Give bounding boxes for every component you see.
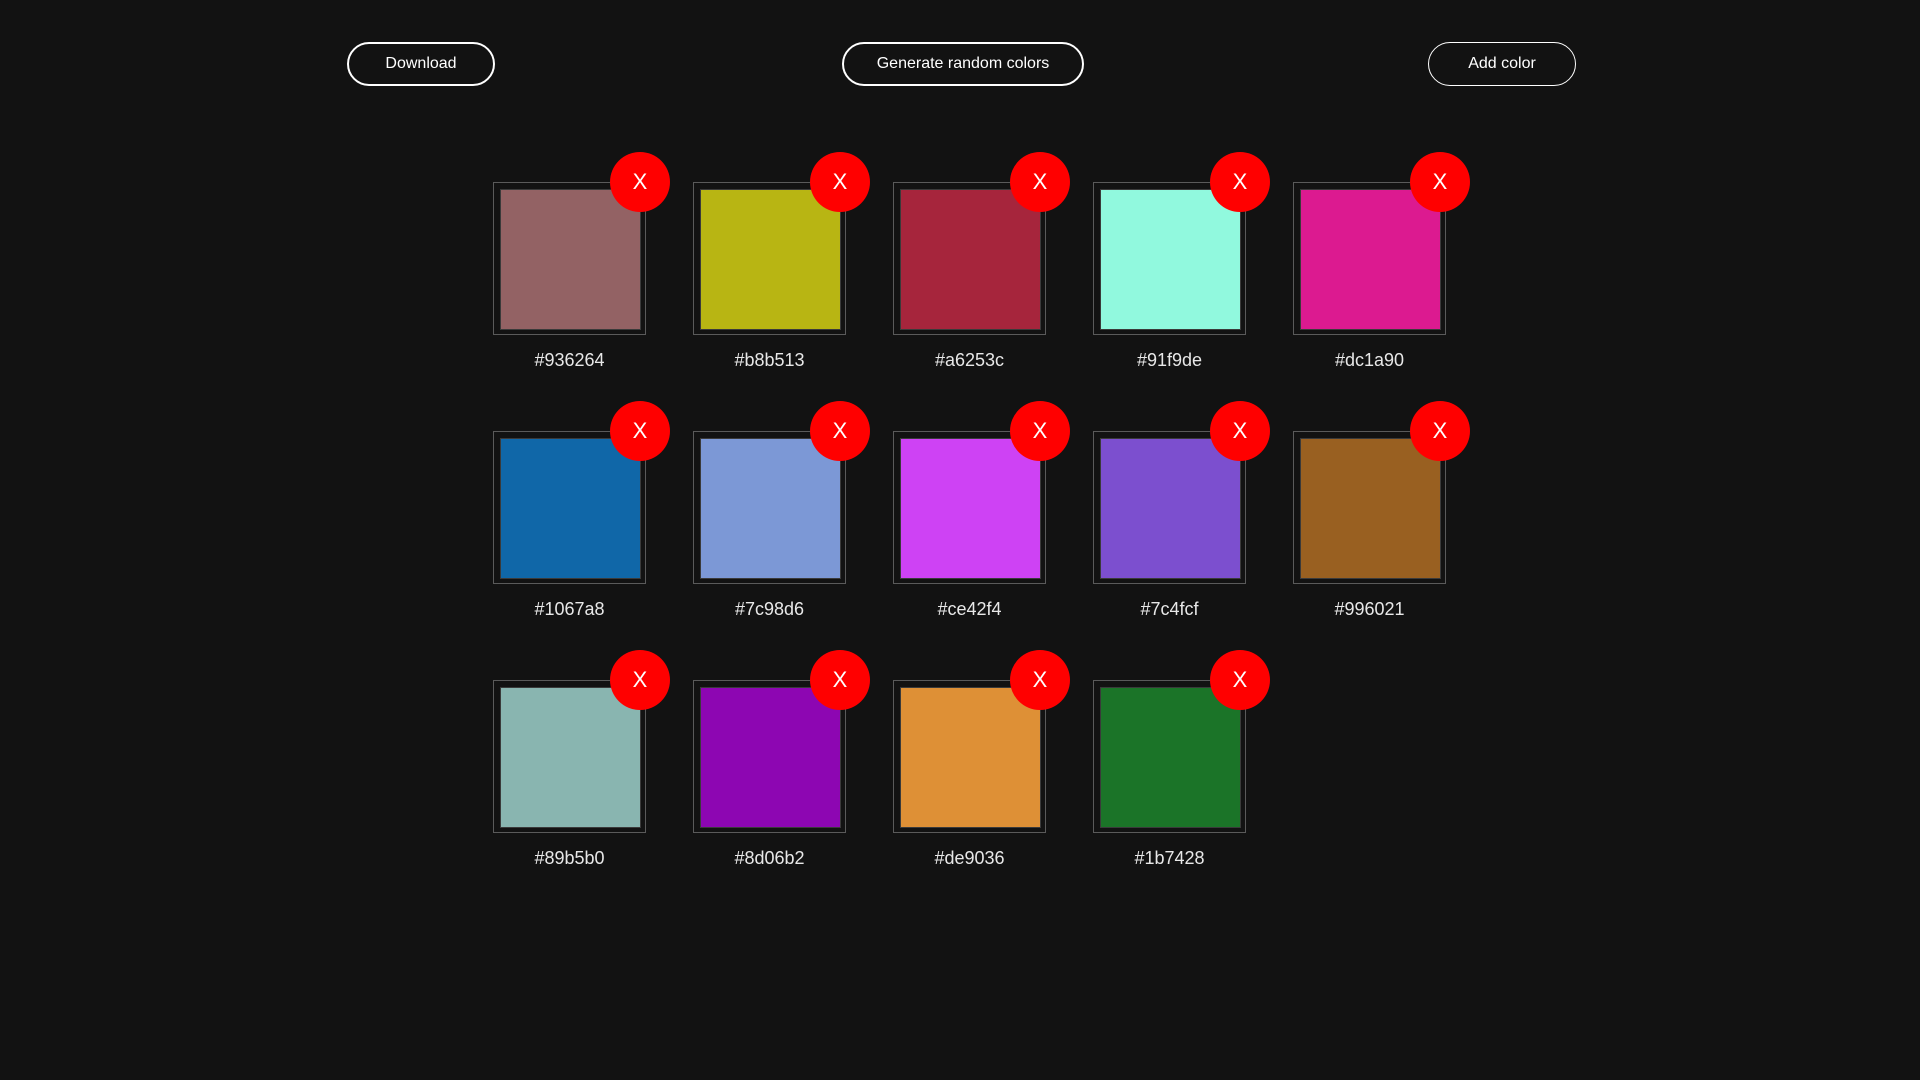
remove-color-button[interactable]: X: [610, 401, 670, 461]
remove-color-button[interactable]: X: [810, 650, 870, 710]
color-swatch[interactable]: [1300, 189, 1441, 330]
color-swatch[interactable]: [700, 438, 841, 579]
color-card: X #ce42f4: [893, 401, 1070, 619]
color-palette-grid: X #936264 X #b8b513 X #a6253c X #91f9de X #dc1a90…: [493, 152, 1470, 868]
color-swatch[interactable]: [500, 189, 641, 330]
color-swatch[interactable]: [500, 438, 641, 579]
color-swatch[interactable]: [900, 687, 1041, 828]
color-hex-label: #7c4fcf: [1140, 599, 1199, 619]
color-card: X #1b7428: [1093, 650, 1270, 868]
remove-color-button[interactable]: X: [1210, 401, 1270, 461]
color-hex-label: #b8b513: [734, 350, 805, 370]
color-card: X #91f9de: [1093, 152, 1270, 370]
color-swatch[interactable]: [1100, 687, 1241, 828]
color-card: X #8d06b2: [693, 650, 870, 868]
color-card: X #7c4fcf: [1093, 401, 1270, 619]
color-hex-label: #89b5b0: [534, 848, 605, 868]
color-hex-label: #1b7428: [1134, 848, 1205, 868]
color-card: X #89b5b0: [493, 650, 670, 868]
color-swatch[interactable]: [900, 189, 1041, 330]
generate-random-colors-button[interactable]: Generate random colors: [842, 42, 1084, 86]
color-card: X #7c98d6: [693, 401, 870, 619]
color-hex-label: #996021: [1334, 599, 1405, 619]
color-swatch[interactable]: [1300, 438, 1441, 579]
remove-color-button[interactable]: X: [810, 152, 870, 212]
color-swatch[interactable]: [1100, 438, 1241, 579]
color-card: X #936264: [493, 152, 670, 370]
color-swatch[interactable]: [700, 687, 841, 828]
remove-color-button[interactable]: X: [1210, 650, 1270, 710]
remove-color-button[interactable]: X: [610, 650, 670, 710]
remove-color-button[interactable]: X: [1010, 650, 1070, 710]
color-hex-label: #1067a8: [534, 599, 605, 619]
color-swatch[interactable]: [1100, 189, 1241, 330]
color-card: X #dc1a90: [1293, 152, 1470, 370]
remove-color-button[interactable]: X: [1410, 152, 1470, 212]
remove-color-button[interactable]: X: [610, 152, 670, 212]
color-hex-label: #dc1a90: [1334, 350, 1405, 370]
color-hex-label: #91f9de: [1136, 350, 1203, 370]
color-swatch[interactable]: [700, 189, 841, 330]
download-button[interactable]: Download: [347, 42, 495, 86]
color-card: X #b8b513: [693, 152, 870, 370]
remove-color-button[interactable]: X: [1210, 152, 1270, 212]
remove-color-button[interactable]: X: [1010, 152, 1070, 212]
remove-color-button[interactable]: X: [810, 401, 870, 461]
color-hex-label: #8d06b2: [734, 848, 805, 868]
remove-color-button[interactable]: X: [1010, 401, 1070, 461]
color-hex-label: #de9036: [934, 848, 1005, 868]
color-card: X #a6253c: [893, 152, 1070, 370]
color-swatch[interactable]: [900, 438, 1041, 579]
remove-color-button[interactable]: X: [1410, 401, 1470, 461]
color-hex-label: #7c98d6: [734, 599, 805, 619]
toolbar: Download Generate random colors Add colo…: [0, 0, 1920, 130]
color-hex-label: #a6253c: [934, 350, 1005, 370]
add-color-button[interactable]: Add color: [1428, 42, 1576, 86]
color-hex-label: #ce42f4: [937, 599, 1002, 619]
color-card: X #de9036: [893, 650, 1070, 868]
color-swatch[interactable]: [500, 687, 641, 828]
color-hex-label: #936264: [534, 350, 605, 370]
color-card: X #996021: [1293, 401, 1470, 619]
color-card: X #1067a8: [493, 401, 670, 619]
